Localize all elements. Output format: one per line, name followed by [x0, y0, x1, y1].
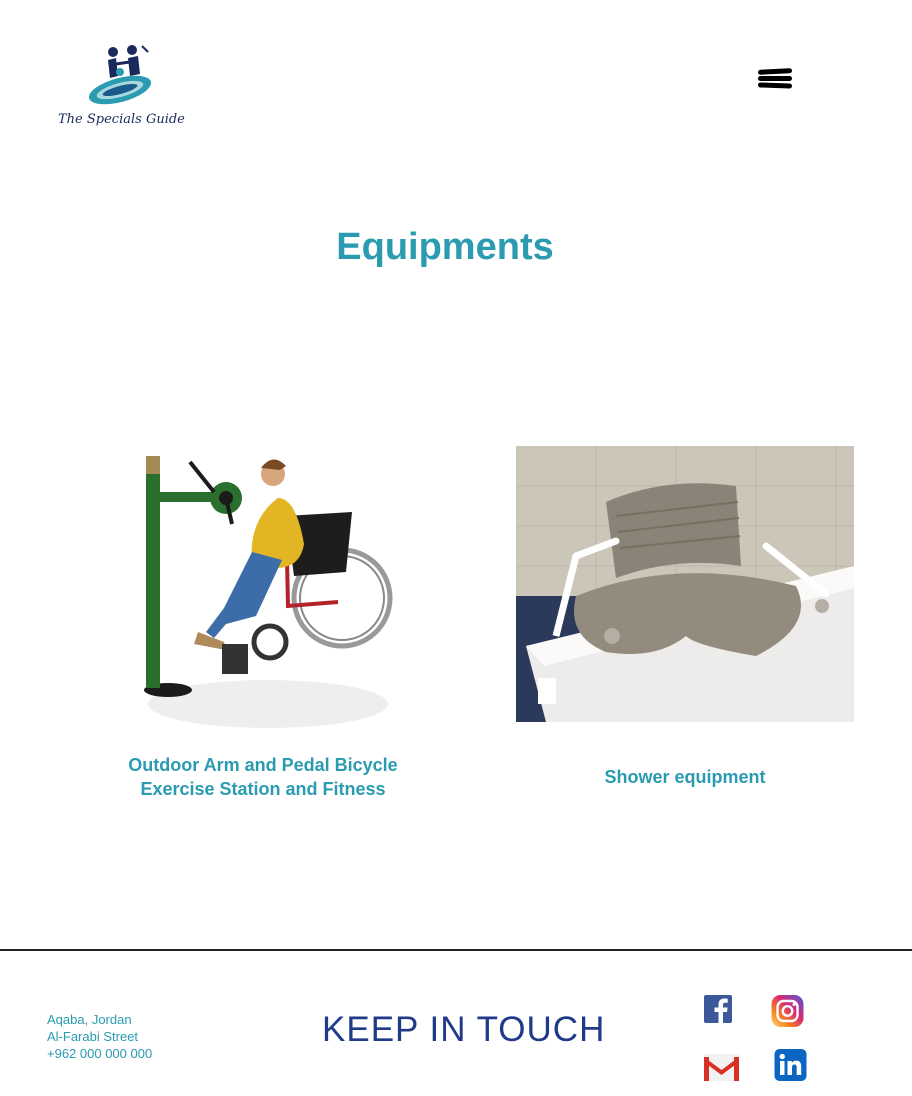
gmail-icon[interactable]	[704, 1054, 739, 1081]
footer-divider	[0, 949, 912, 951]
instagram-icon[interactable]	[771, 995, 804, 1027]
facebook-icon[interactable]	[704, 995, 732, 1023]
caption-line: Exercise Station and Fitness	[140, 779, 386, 799]
address-street: Al-Farabi Street	[47, 1029, 139, 1044]
contact-phone: +962 000 000 000	[47, 1046, 153, 1061]
site-logo[interactable]: The Specials Guide	[58, 42, 185, 134]
keep-in-touch-heading: KEEP IN TOUCH	[322, 1010, 606, 1049]
outdoor-bicycle-station-image[interactable]	[128, 446, 398, 734]
logo-mark-icon	[88, 45, 152, 105]
card-caption-shower-equipment[interactable]: Shower equipment	[516, 765, 854, 789]
logo-wordmark: The Specials Guide	[58, 112, 185, 127]
linkedin-icon[interactable]	[774, 1049, 807, 1081]
caption-line: Outdoor Arm and Pedal Bicycle	[128, 755, 398, 775]
address-city: Aqaba, Jordan	[47, 1012, 132, 1027]
shower-equipment-image[interactable]	[516, 446, 854, 722]
page-title: Equipments	[336, 226, 554, 268]
hamburger-menu-icon[interactable]	[756, 64, 794, 96]
card-caption-outdoor-bicycle[interactable]: Outdoor Arm and Pedal Bicycle Exercise S…	[98, 753, 428, 801]
contact-address: Aqaba, Jordan Al-Farabi Street +962 000 …	[47, 1011, 152, 1062]
